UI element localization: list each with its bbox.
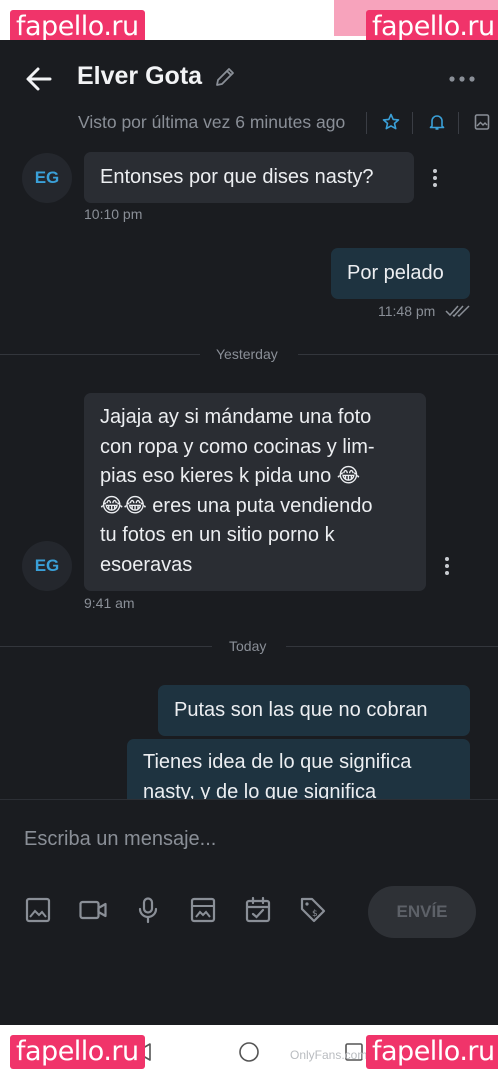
date-separator-line xyxy=(286,646,498,647)
star-icon[interactable] xyxy=(382,113,400,131)
watermark: fapello.ru xyxy=(10,1035,145,1069)
watermark: fapello.ru xyxy=(10,10,145,44)
message-time: 9:41 am xyxy=(84,595,135,611)
read-receipt-icon xyxy=(445,305,470,318)
header-divider xyxy=(458,112,459,134)
image-icon[interactable] xyxy=(24,896,52,924)
avatar[interactable]: EG xyxy=(22,153,72,203)
vault-icon[interactable] xyxy=(189,896,217,924)
header-divider xyxy=(412,112,413,134)
message-options-icon[interactable] xyxy=(431,168,439,188)
video-icon[interactable] xyxy=(79,896,107,924)
outgoing-message-bubble[interactable]: Por pelado xyxy=(331,248,470,299)
message-text-line: tu fotos en un sitio porno k xyxy=(100,524,335,546)
message-text-line: 😂😂 eres una puta vendiendo xyxy=(100,494,373,517)
message-text: Putas son las que no cobran xyxy=(174,699,428,721)
watermark: fapello.ru xyxy=(366,1035,498,1069)
message-text-line: pias eso kieres k pida uno 😂 xyxy=(100,465,361,487)
message-options-icon[interactable] xyxy=(443,556,451,576)
message-composer: $ ENVÍE xyxy=(0,799,498,1025)
header-divider xyxy=(366,112,367,134)
message-time: 11:48 pm xyxy=(378,303,436,319)
date-separator-line xyxy=(0,354,200,355)
message-text-line: Jajaja ay si mándame una foto xyxy=(100,406,372,428)
bell-icon[interactable] xyxy=(428,113,446,131)
date-separator: Today xyxy=(229,638,267,654)
chat-header: Elver Gota Visto por última vez 6 minute… xyxy=(0,40,498,144)
date-separator-line xyxy=(0,646,212,647)
message-text: Por pelado xyxy=(347,262,444,284)
outgoing-message-bubble[interactable]: Tienes idea de lo que significa nasty, y… xyxy=(127,739,470,799)
calendar-icon[interactable] xyxy=(244,896,272,924)
avatar[interactable]: EG xyxy=(22,541,72,591)
microphone-icon[interactable] xyxy=(134,896,162,924)
message-text-line: Tienes idea de lo que significa xyxy=(143,751,412,773)
watermark: fapello.ru xyxy=(366,10,498,44)
outgoing-message-bubble[interactable]: Putas son las que no cobran xyxy=(158,685,470,736)
message-text-line: con ropa y como cocinas y lim- xyxy=(100,435,375,458)
incoming-message-bubble[interactable]: Jajaja ay si mándame una foto con ropa y… xyxy=(84,393,426,591)
price-tag-icon[interactable]: $ xyxy=(299,896,327,924)
contact-name[interactable]: Elver Gota xyxy=(77,62,202,91)
svg-text:$: $ xyxy=(312,909,318,919)
incoming-message-bubble[interactable]: Entonses por que dises nasty? xyxy=(84,152,414,203)
message-list[interactable]: EG Entonses por que dises nasty? 10:10 p… xyxy=(0,144,498,799)
edit-pencil-icon[interactable] xyxy=(214,66,236,88)
media-gallery-icon[interactable] xyxy=(474,113,490,131)
send-button[interactable]: ENVÍE xyxy=(368,886,476,938)
message-text: Entonses por que dises nasty? xyxy=(100,166,374,188)
message-text-line: nasty, y de lo que significa xyxy=(143,780,377,800)
nav-home-icon[interactable] xyxy=(238,1041,260,1063)
last-seen-status: Visto por última vez 6 minutes ago xyxy=(78,112,346,132)
more-options-icon[interactable] xyxy=(448,67,476,91)
date-separator-line xyxy=(298,354,498,355)
date-separator: Yesterday xyxy=(216,346,278,362)
back-arrow-icon[interactable] xyxy=(24,64,54,94)
message-time: 10:10 pm xyxy=(84,206,143,222)
message-input[interactable] xyxy=(24,824,474,854)
message-text-line: esoeravas xyxy=(100,553,193,576)
